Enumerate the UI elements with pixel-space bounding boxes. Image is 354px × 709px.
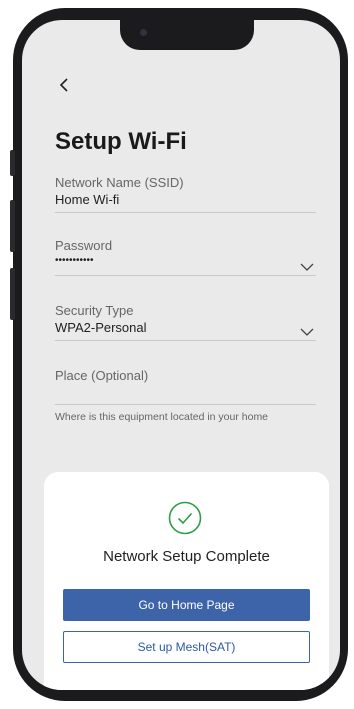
place-hint: Where is this equipment located in your … — [55, 411, 269, 423]
back-arrow-icon[interactable] — [54, 74, 76, 96]
divider — [55, 404, 316, 405]
setup-complete-message: Network Setup Complete — [103, 548, 270, 565]
chevron-down-icon[interactable] — [300, 324, 314, 336]
security-type-select[interactable]: Security Type WPA2-Personal — [55, 303, 316, 343]
place-label: Place (Optional) — [55, 368, 149, 383]
setup-complete-dialog: Network Setup Complete Go to Home Page S… — [44, 472, 329, 690]
password-value: ••••••••••• — [55, 255, 94, 266]
network-name-field[interactable]: Network Name (SSID) Home Wi-fi — [55, 175, 316, 215]
security-type-value: WPA2-Personal — [55, 320, 147, 335]
page-title: Setup Wi-Fi — [55, 128, 187, 155]
password-label: Password — [55, 238, 113, 253]
side-button — [10, 200, 15, 252]
side-button — [10, 268, 15, 320]
password-field[interactable]: Password ••••••••••• — [55, 238, 316, 278]
go-to-home-page-button[interactable]: Go to Home Page — [63, 589, 310, 621]
divider — [55, 340, 316, 341]
place-field[interactable]: Place (Optional) — [55, 368, 316, 408]
network-name-label: Network Name (SSID) — [55, 175, 184, 190]
app-screen: Setup Wi-Fi Network Name (SSID) Home Wi-… — [22, 20, 340, 690]
network-name-value: Home Wi-fi — [55, 192, 120, 207]
chevron-down-icon[interactable] — [300, 259, 314, 271]
security-type-label: Security Type — [55, 303, 134, 318]
divider — [55, 212, 316, 213]
check-circle-icon — [168, 501, 202, 535]
divider — [55, 275, 316, 276]
notch — [120, 20, 254, 50]
place-value — [55, 385, 316, 401]
camera-icon — [140, 29, 147, 36]
set-up-mesh-button[interactable]: Set up Mesh(SAT) — [63, 631, 310, 663]
side-button — [10, 150, 15, 176]
